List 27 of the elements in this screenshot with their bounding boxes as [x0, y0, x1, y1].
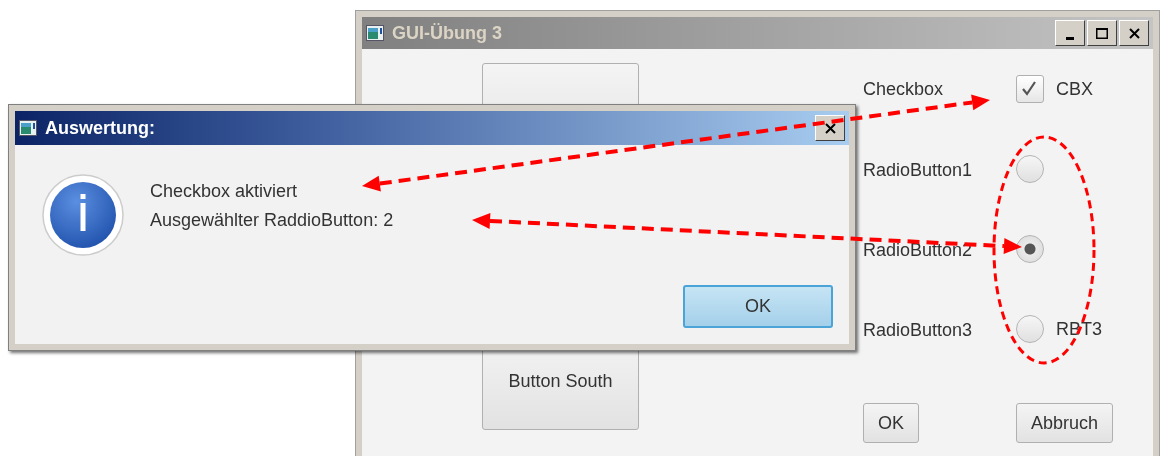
radio-label: RadioButton1	[863, 158, 974, 181]
radio-label: RadioButton2	[863, 238, 974, 261]
minimize-button[interactable]	[1055, 20, 1085, 46]
close-icon	[1128, 27, 1140, 39]
dialog-title: Auswertung:	[45, 117, 155, 139]
radio-button[interactable]	[1016, 315, 1044, 343]
cancel-button[interactable]: Abbruch	[1016, 403, 1114, 443]
close-icon	[824, 122, 836, 134]
radio-label: RadioButton3	[863, 318, 974, 341]
app-icon	[19, 120, 37, 136]
message-text: Checkbox aktiviert	[150, 181, 299, 202]
message-text: Ausgewählter RaddioButton: 2	[150, 210, 394, 231]
checkbox-label: Checkbox	[863, 78, 945, 100]
radio-button[interactable]	[1016, 155, 1044, 183]
radio-button[interactable]	[1016, 235, 1044, 263]
ok-button[interactable]: OK	[683, 285, 833, 328]
minimize-icon	[1066, 36, 1074, 40]
radio-text: RBT3	[1056, 318, 1102, 340]
info-icon	[41, 173, 125, 257]
window-title: GUI-Übung 3	[392, 22, 502, 44]
ok-button[interactable]: OK	[863, 403, 919, 443]
maximize-icon	[1096, 27, 1108, 39]
app-icon	[366, 25, 384, 41]
close-button[interactable]	[1119, 20, 1149, 46]
maximize-button[interactable]	[1087, 20, 1117, 46]
checkbox-text: CBX	[1056, 78, 1093, 100]
checkbox[interactable]	[1016, 75, 1044, 103]
